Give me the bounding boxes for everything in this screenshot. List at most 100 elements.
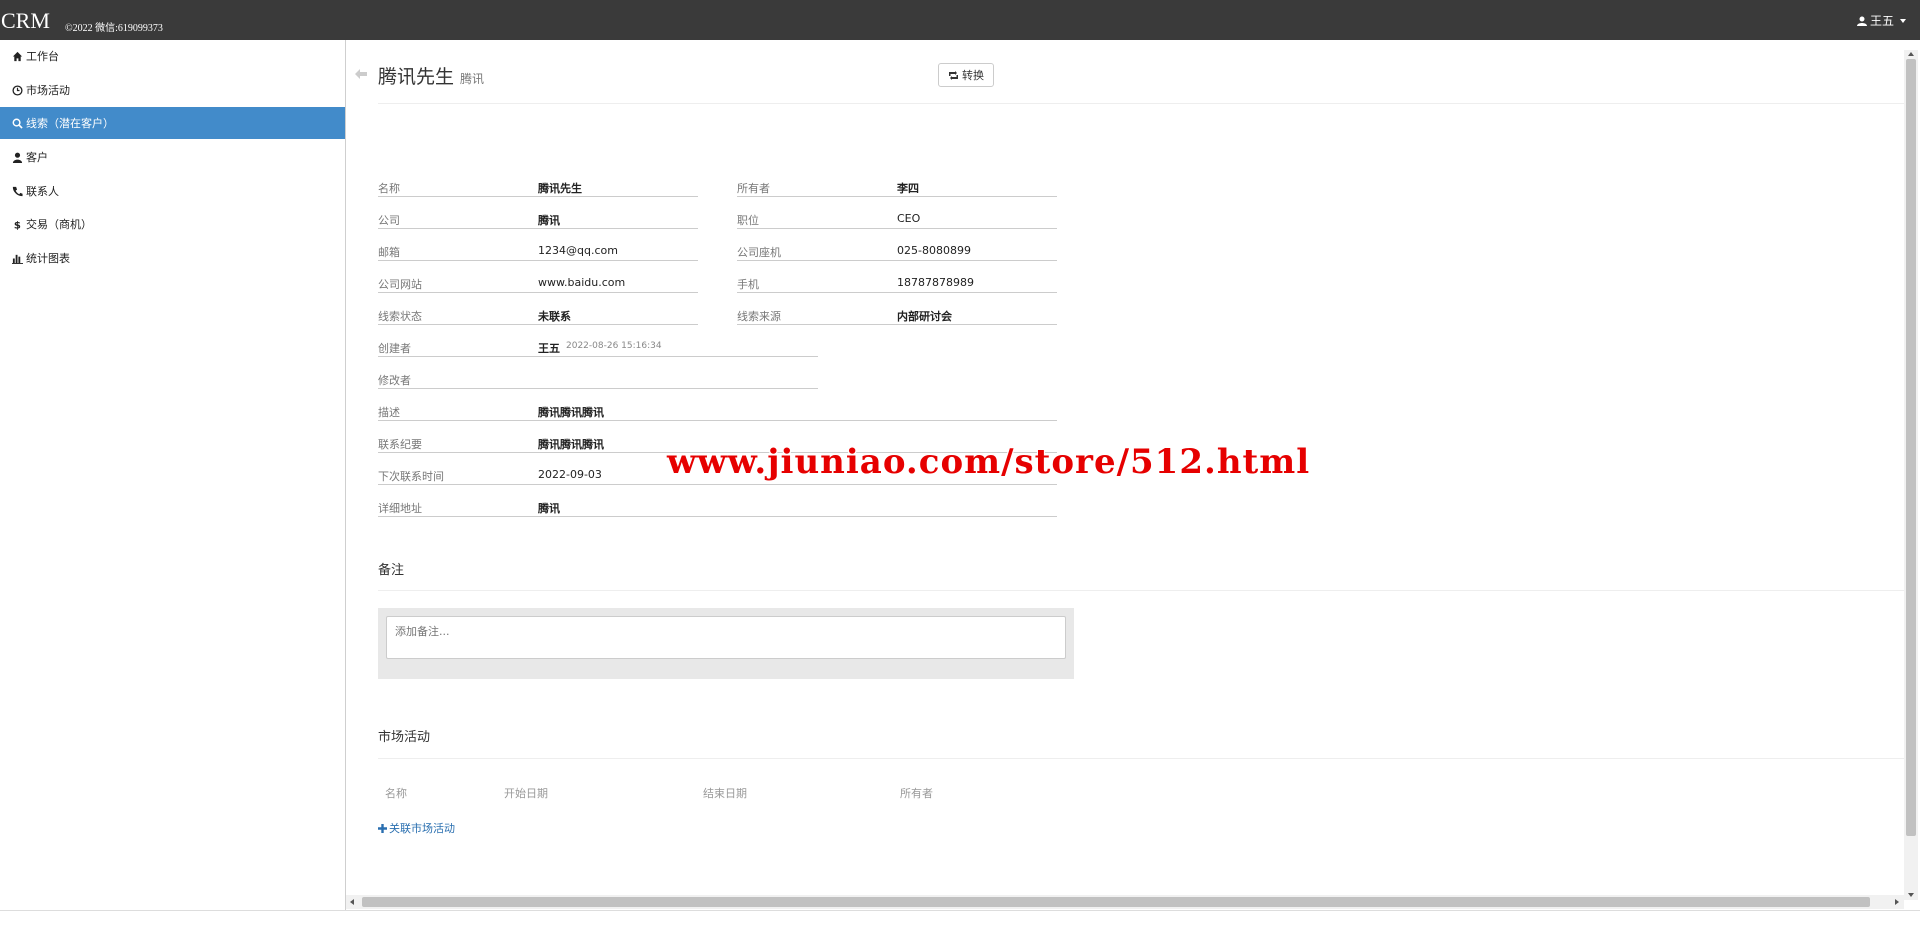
horizontal-scrollbar[interactable] xyxy=(346,895,1904,909)
column-header: 结束日期 xyxy=(703,787,747,800)
sidebar: 工作台 市场活动 线索（潜在客户） 客户 联系人 $ 交易（商机） 统计图表 xyxy=(0,40,346,910)
remarks-divider xyxy=(378,590,1906,591)
editor-label: 修改者 xyxy=(378,374,411,387)
field-divider xyxy=(378,388,818,389)
summary-label: 联系纪要 xyxy=(378,438,422,451)
sidebar-item-activities[interactable]: 市场活动 xyxy=(0,74,345,106)
link-activity-button[interactable]: 关联市场活动 xyxy=(378,820,455,836)
field-divider xyxy=(737,292,1057,293)
clue-name-title: 腾讯先生 xyxy=(378,66,455,88)
source-value: 内部研讨会 xyxy=(897,310,952,323)
sidebar-item-label: 线索（潜在客户） xyxy=(26,117,114,130)
field-row-state: 线索状态 未联系 线索来源 内部研讨会 xyxy=(378,302,1058,326)
field-row-creator: 创建者 王五 2022-08-26 15:16:34 xyxy=(378,334,1058,358)
sidebar-item-label: 工作台 xyxy=(26,50,59,63)
sidebar-item-contacts[interactable]: 联系人 xyxy=(0,175,345,207)
user-icon xyxy=(12,152,23,163)
user-menu[interactable]: 王五 xyxy=(1856,12,1906,29)
retweet-icon xyxy=(949,70,958,80)
convert-button[interactable]: 转换 xyxy=(938,63,994,87)
column-header: 所有者 xyxy=(900,787,933,800)
sidebar-item-charts[interactable]: 统计图表 xyxy=(0,242,345,274)
phone-label: 公司座机 xyxy=(737,246,781,259)
svg-text:$: $ xyxy=(14,220,21,229)
owner-value: 李四 xyxy=(897,182,919,195)
horizontal-scroll-thumb[interactable] xyxy=(362,897,1870,907)
next-contact-label: 下次联系时间 xyxy=(378,470,444,483)
column-header: 开始日期 xyxy=(504,787,548,800)
website-label: 公司网站 xyxy=(378,278,422,291)
scroll-right-icon[interactable] xyxy=(1895,899,1899,905)
field-row-email: 邮箱 1234@qq.com 公司座机 025-8080899 xyxy=(378,238,1058,262)
email-value: 1234@qq.com xyxy=(538,244,618,257)
activities-divider xyxy=(378,758,1906,759)
sidebar-item-label: 交易（商机） xyxy=(26,218,92,231)
field-divider xyxy=(378,260,698,261)
copyright-text: ©2022 微信:619099373 xyxy=(65,23,163,34)
field-divider xyxy=(737,324,1057,325)
owner-label: 所有者 xyxy=(737,182,770,195)
scroll-down-icon[interactable] xyxy=(1908,893,1914,897)
caret-down-icon xyxy=(1900,18,1906,23)
state-value: 未联系 xyxy=(538,310,571,323)
field-divider xyxy=(378,356,818,357)
link-activity-label: 关联市场活动 xyxy=(389,822,455,835)
company-value: 腾讯 xyxy=(538,214,560,227)
sidebar-item-workbench[interactable]: 工作台 xyxy=(0,40,345,72)
header-divider xyxy=(378,103,1906,104)
name-label: 名称 xyxy=(378,182,400,195)
scroll-left-icon[interactable] xyxy=(350,899,354,905)
mobile-label: 手机 xyxy=(737,278,759,291)
field-divider xyxy=(737,228,1057,229)
position-label: 职位 xyxy=(737,214,759,227)
remark-panel xyxy=(378,608,1074,679)
back-arrow-icon[interactable] xyxy=(354,68,368,80)
field-divider xyxy=(378,420,1057,421)
state-label: 线索状态 xyxy=(378,310,422,323)
next-contact-value: 2022-09-03 xyxy=(538,468,602,481)
column-header: 名称 xyxy=(385,787,407,800)
field-divider xyxy=(378,324,698,325)
dollar-icon: $ xyxy=(14,220,21,229)
sidebar-item-transactions[interactable]: $ 交易（商机） xyxy=(0,208,345,240)
bottom-divider xyxy=(0,910,1920,911)
scroll-up-icon[interactable] xyxy=(1908,52,1914,56)
field-divider xyxy=(378,516,1057,517)
phone-icon xyxy=(12,186,23,196)
sidebar-item-label: 客户 xyxy=(26,151,48,164)
field-divider xyxy=(378,196,698,197)
bar-chart-icon xyxy=(12,254,23,264)
watermark-text: www.jiuniao.com/store/512.html xyxy=(667,442,1311,482)
home-icon xyxy=(12,51,23,61)
field-divider xyxy=(378,484,1057,485)
field-divider xyxy=(737,196,1057,197)
vertical-scroll-thumb[interactable] xyxy=(1906,59,1916,836)
user-icon xyxy=(1856,16,1867,26)
vertical-scrollbar[interactable] xyxy=(1904,50,1918,900)
name-value: 腾讯先生 xyxy=(538,182,582,195)
website-value: www.baidu.com xyxy=(538,276,626,289)
sidebar-item-label: 市场活动 xyxy=(26,84,70,97)
remark-input[interactable] xyxy=(386,616,1066,659)
field-divider xyxy=(378,228,698,229)
address-label: 详细地址 xyxy=(378,502,422,515)
field-row-name: 名称 腾讯先生 所有者 李四 xyxy=(378,174,1058,198)
creator-label: 创建者 xyxy=(378,342,411,355)
field-divider xyxy=(737,260,1057,261)
sidebar-item-label: 统计图表 xyxy=(26,252,70,265)
activities-title: 市场活动 xyxy=(378,730,431,745)
field-row-address: 详细地址 腾讯 xyxy=(378,494,1058,518)
field-row-description: 描述 腾讯腾讯腾讯 xyxy=(378,398,1058,422)
sidebar-item-clues[interactable]: 线索（潜在客户） xyxy=(0,107,345,139)
position-value: CEO xyxy=(897,212,921,225)
plus-icon xyxy=(378,823,387,833)
clue-company-subtitle: 腾讯 xyxy=(460,72,485,86)
clock-icon xyxy=(12,84,23,96)
brand-logo[interactable]: CRM xyxy=(1,8,50,34)
sidebar-item-label: 联系人 xyxy=(26,185,59,198)
source-label: 线索来源 xyxy=(737,310,781,323)
sidebar-item-customers[interactable]: 客户 xyxy=(0,141,345,173)
top-navbar: CRM ©2022 微信:619099373 王五 xyxy=(0,0,1920,40)
field-row-company: 公司 腾讯 职位 CEO xyxy=(378,206,1058,230)
description-value: 腾讯腾讯腾讯 xyxy=(538,406,604,419)
